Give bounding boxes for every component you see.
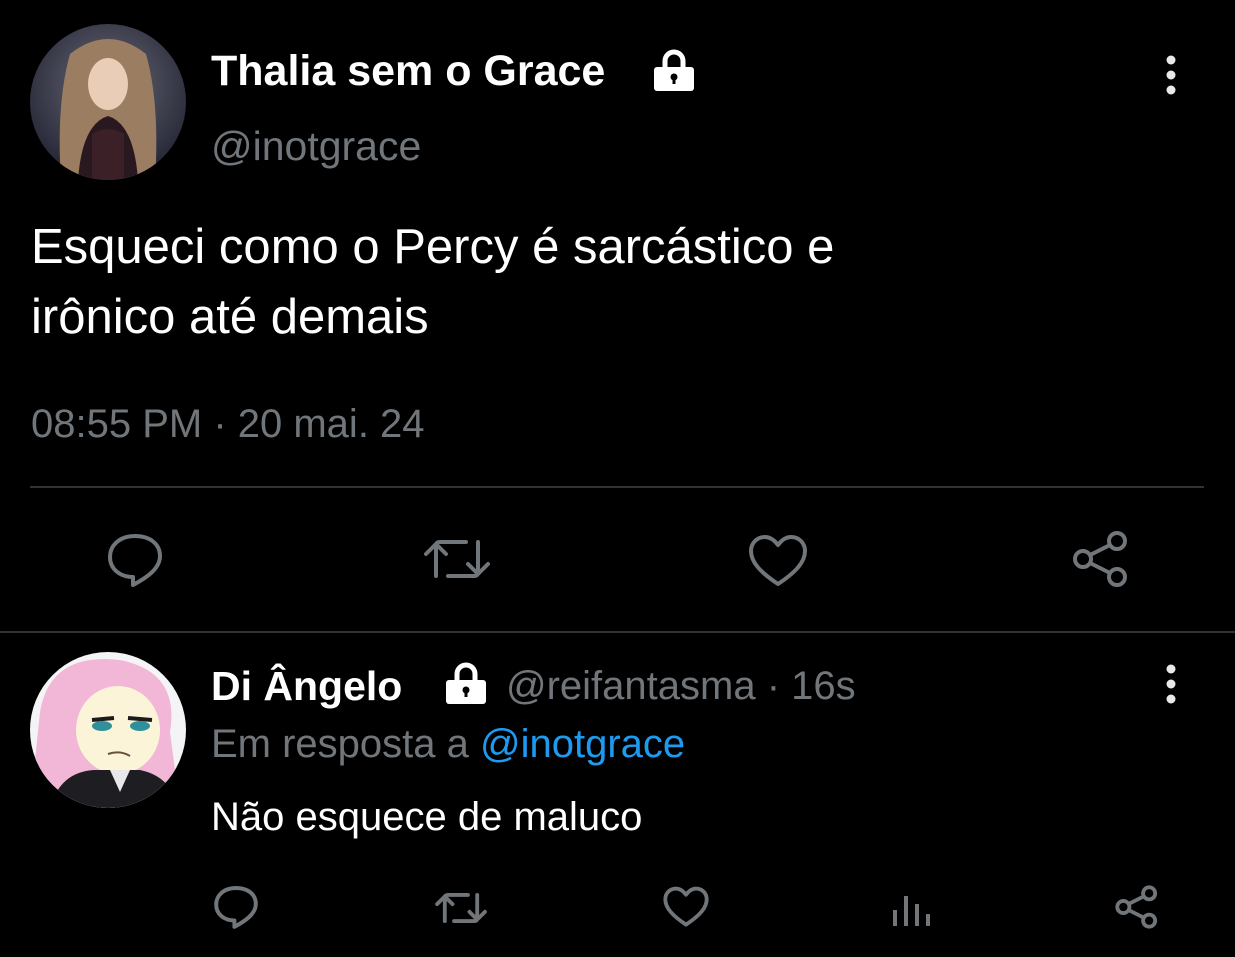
relative-time[interactable]: 16s <box>791 664 856 708</box>
reply-icon[interactable] <box>106 532 164 588</box>
timestamp[interactable]: 08:55 PM · 20 mai. 24 <box>31 400 425 448</box>
avatar[interactable] <box>30 652 186 808</box>
analytics-icon[interactable] <box>890 888 934 928</box>
retweet-icon[interactable] <box>422 534 492 584</box>
divider <box>30 486 1204 488</box>
in-reply-to: Em resposta a @inotgrace <box>211 720 685 768</box>
avatar[interactable] <box>30 24 186 180</box>
lock-icon <box>443 661 489 707</box>
share-icon[interactable] <box>1071 530 1131 588</box>
more-vertical-icon[interactable] <box>1158 55 1184 97</box>
handle[interactable]: @reifantasma · 16s <box>506 662 856 710</box>
reply-tweet[interactable]: Di Ângelo @reifantasma · 16s Em resposta… <box>0 634 1235 957</box>
tweet-text-line-2: irônico até demais <box>31 290 429 344</box>
display-name[interactable]: Thalia sem o Grace <box>211 46 605 96</box>
handle-text[interactable]: @reifantasma <box>506 664 756 708</box>
mention-link[interactable]: @inotgrace <box>480 722 685 766</box>
share-icon[interactable] <box>1114 885 1160 929</box>
retweet-icon[interactable] <box>434 888 488 928</box>
separator: · <box>755 664 792 708</box>
tweet-divider <box>0 631 1235 633</box>
handle[interactable]: @inotgrace <box>211 122 421 170</box>
reply-icon[interactable] <box>213 884 259 930</box>
main-tweet: Thalia sem o Grace @inotgrace Esqueci co… <box>0 0 1235 632</box>
lock-icon <box>651 48 697 94</box>
like-icon[interactable] <box>663 886 709 928</box>
more-vertical-icon[interactable] <box>1158 664 1184 706</box>
reply-text: Não esquece de maluco <box>211 795 643 839</box>
in-reply-prefix: Em resposta a <box>211 722 481 766</box>
display-name[interactable]: Di Ângelo <box>211 662 402 710</box>
like-icon[interactable] <box>748 534 808 588</box>
tweet-text-line-1: Esqueci como o Percy é sarcástico e <box>31 220 835 274</box>
